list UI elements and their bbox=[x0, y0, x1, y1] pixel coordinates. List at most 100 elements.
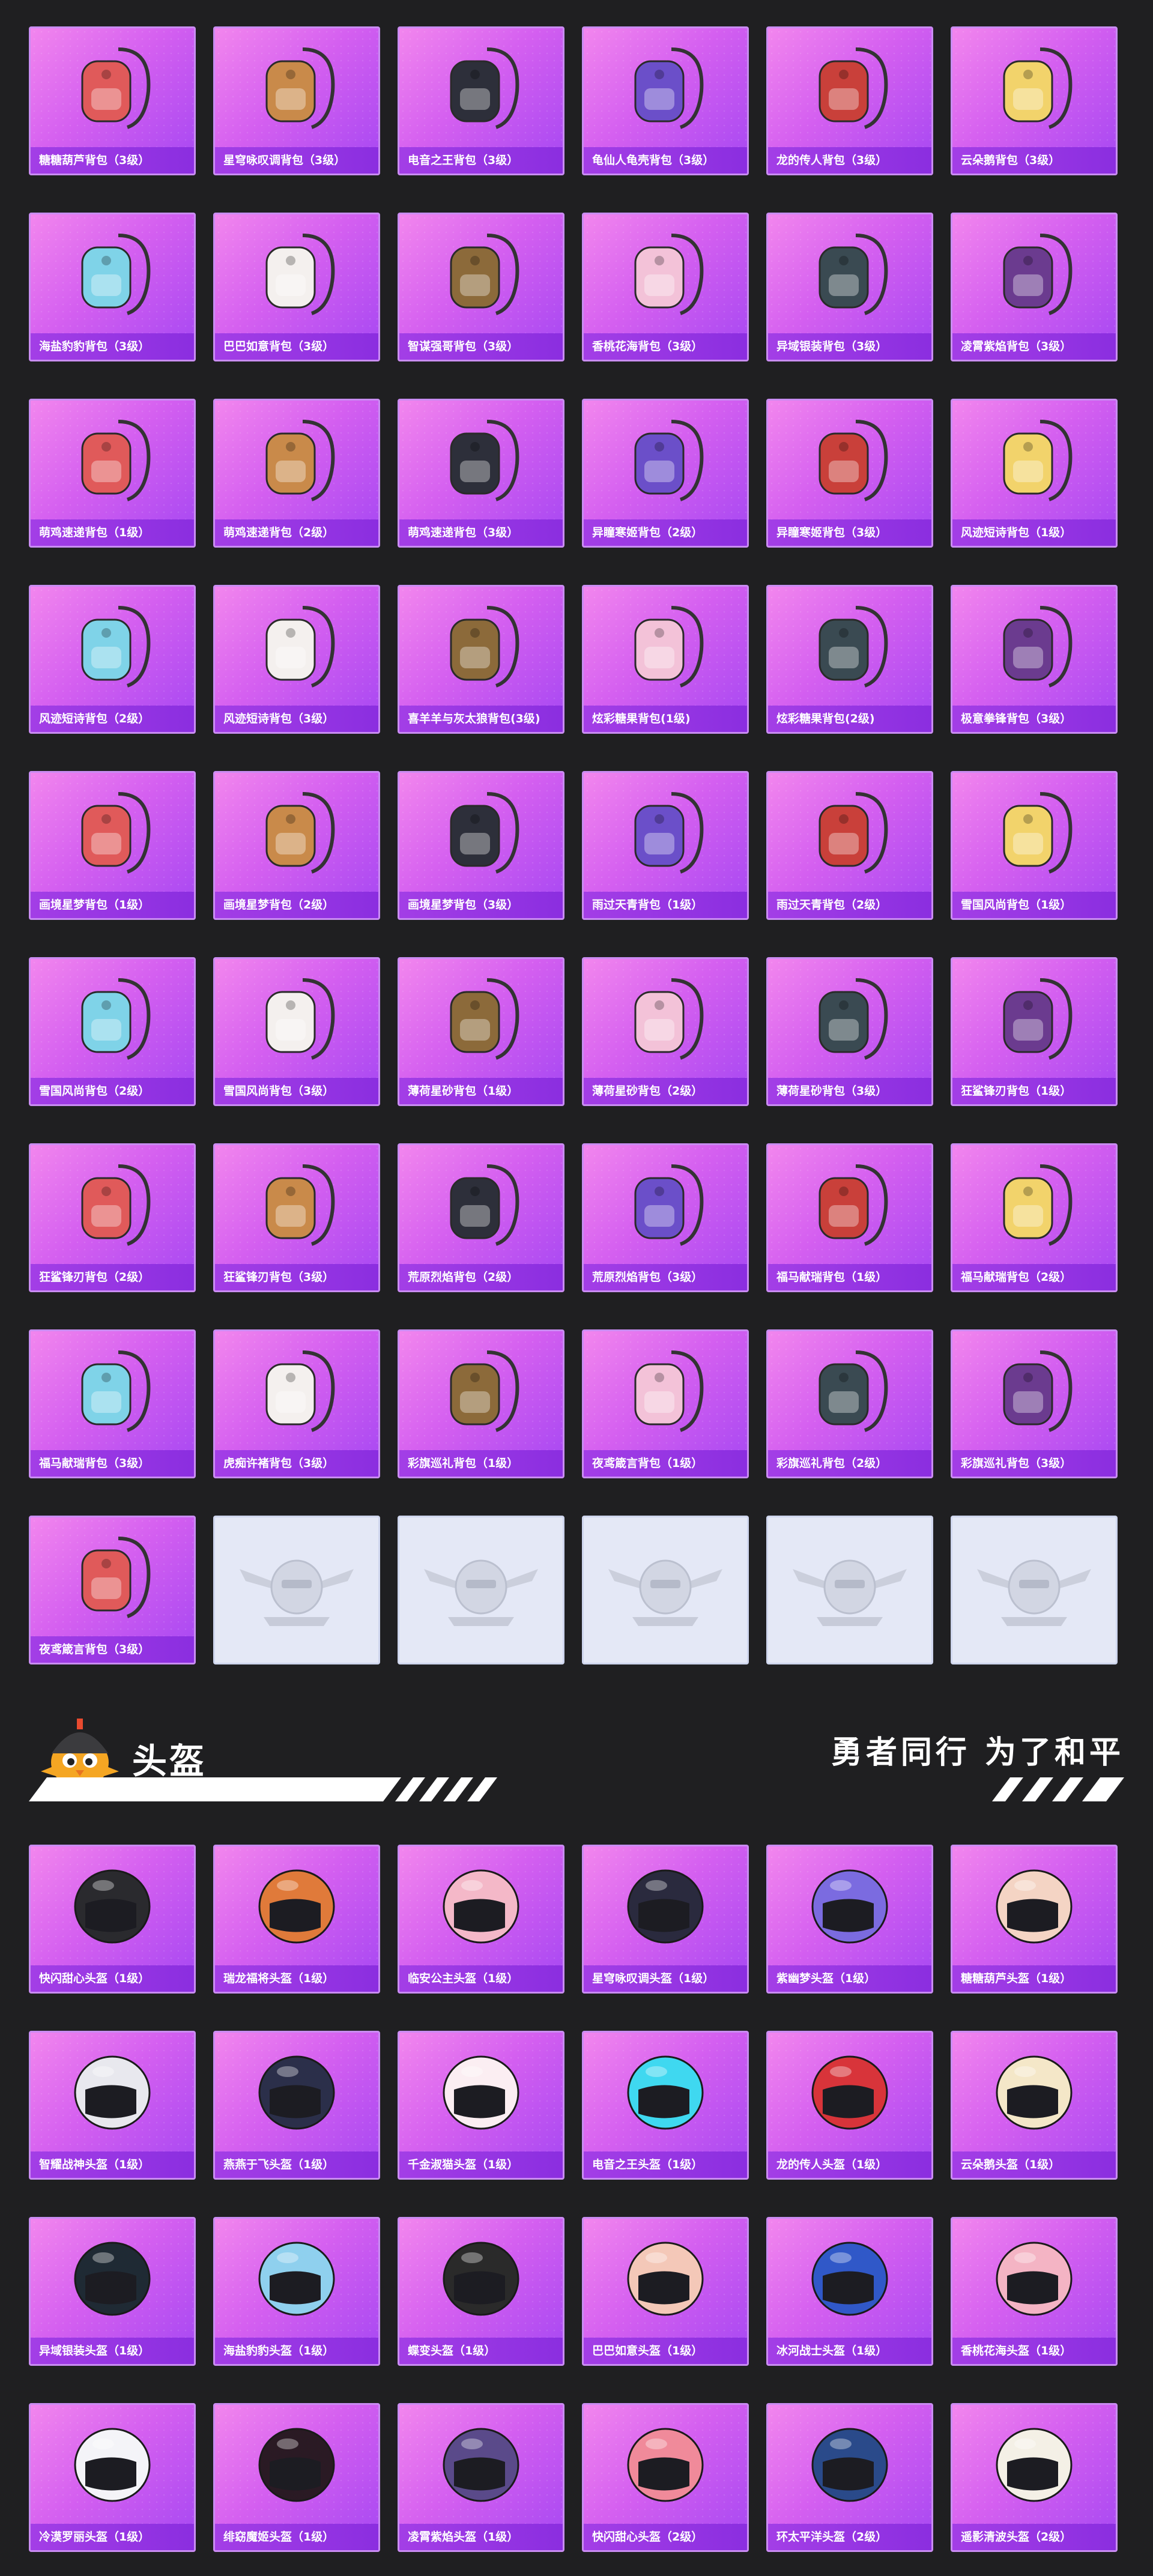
item-label: 雪国风尚背包（3级） bbox=[215, 1078, 378, 1104]
backpack-card[interactable]: 画境星梦背包（2级） bbox=[213, 771, 380, 920]
helmet-card[interactable]: 香桃花海头盔（1级） bbox=[951, 2217, 1118, 2366]
backpack-card[interactable]: 狂鲨锋刃背包（2级） bbox=[29, 1143, 196, 1292]
helmet-card[interactable]: 遥影清波头盔（2级） bbox=[951, 2403, 1118, 2552]
backpack-card[interactable]: 星穹咏叹调背包（3级） bbox=[213, 26, 380, 175]
item-label: 萌鸡速递背包（1级） bbox=[31, 519, 194, 546]
item-label: 智耀战神头盔（1级） bbox=[31, 2151, 194, 2178]
backpack-card[interactable]: 极意拳锋背包（3级） bbox=[951, 585, 1118, 734]
item-label: 雪国风尚背包（2级） bbox=[31, 1078, 194, 1104]
helmet-card[interactable]: 临安公主头盔（1级） bbox=[398, 1845, 564, 1994]
backpack-icon bbox=[81, 606, 151, 688]
backpack-card[interactable]: 海盐豹豹背包（3级） bbox=[29, 213, 196, 361]
helmet-card[interactable]: 电音之王头盔（1级） bbox=[582, 2031, 749, 2180]
backpack-card[interactable]: 风迹短诗背包（1级） bbox=[951, 399, 1118, 548]
backpack-card[interactable]: 喜羊羊与灰太狼背包(3级) bbox=[398, 585, 564, 734]
helmet-card[interactable]: 智耀战神头盔（1级） bbox=[29, 2031, 196, 2180]
helmet-card[interactable]: 云朵鹅头盔（1级） bbox=[951, 2031, 1118, 2180]
backpack-card[interactable]: 凌霄紫焰背包（3级） bbox=[951, 213, 1118, 361]
item-label: 荒原烈焰背包（3级） bbox=[584, 1264, 747, 1290]
backpack-card[interactable]: 雪国风尚背包（2级） bbox=[29, 957, 196, 1106]
helmet-card[interactable]: 环太平洋头盔（2级） bbox=[766, 2403, 933, 2552]
backpack-card[interactable]: 薄荷星砂背包（2级） bbox=[582, 957, 749, 1106]
item-label: 糖糖葫芦头盔（1级） bbox=[952, 1965, 1116, 1992]
item-label: 巴巴如意头盔（1级） bbox=[584, 2338, 747, 2364]
backpack-card[interactable]: 风迹短诗背包（2级） bbox=[29, 585, 196, 734]
backpack-card[interactable]: 电音之王背包（3级） bbox=[398, 26, 564, 175]
helmet-card[interactable]: 快闪甜心头盔（1级） bbox=[29, 1845, 196, 1994]
item-label: 画境星梦背包（3级） bbox=[399, 892, 563, 918]
backpack-card[interactable]: 狂鲨锋刃背包（3级） bbox=[213, 1143, 380, 1292]
helmet-card[interactable]: 异域银装头盔（1级） bbox=[29, 2217, 196, 2366]
item-label: 海盐豹豹背包（3级） bbox=[31, 333, 194, 360]
backpack-card[interactable]: 萌鸡速递背包（1级） bbox=[29, 399, 196, 548]
helmet-card[interactable]: 冰河战士头盔（1级） bbox=[766, 2217, 933, 2366]
backpack-card[interactable]: 香桃花海背包（3级） bbox=[582, 213, 749, 361]
helmet-card[interactable]: 紫幽梦头盔（1级） bbox=[766, 1845, 933, 1994]
backpack-card[interactable]: 雨过天青背包（2级） bbox=[766, 771, 933, 920]
backpack-icon bbox=[819, 1164, 888, 1246]
backpack-card[interactable]: 雪国风尚背包（1级） bbox=[951, 771, 1118, 920]
backpack-card[interactable]: 巴巴如意背包（3级） bbox=[213, 213, 380, 361]
helmet-card[interactable]: 糖糖葫芦头盔（1级） bbox=[951, 1845, 1118, 1994]
helmet-card[interactable]: 海盐豹豹头盔（1级） bbox=[213, 2217, 380, 2366]
backpack-card[interactable]: 荒原烈焰背包（2级） bbox=[398, 1143, 564, 1292]
backpack-card[interactable]: 炫彩糖果背包(1级) bbox=[582, 585, 749, 734]
backpack-icon bbox=[81, 47, 151, 129]
section-title: 头盔 bbox=[132, 1741, 207, 1782]
helmet-card[interactable]: 瑞龙福将头盔（1级） bbox=[213, 1845, 380, 1994]
backpack-card[interactable]: 炫彩糖果背包(2级) bbox=[766, 585, 933, 734]
helmet-card[interactable]: 龙的传人头盔（1级） bbox=[766, 2031, 933, 2180]
backpack-card[interactable]: 雨过天青背包（1级） bbox=[582, 771, 749, 920]
helmet-icon bbox=[443, 2055, 519, 2130]
backpack-card[interactable]: 夜鸢箴言背包（3级） bbox=[29, 1516, 196, 1664]
helmet-icon bbox=[627, 2428, 704, 2502]
backpack-card[interactable]: 夜鸢箴言背包（1级） bbox=[582, 1329, 749, 1478]
section-slogan: 勇者同行 为了和平 bbox=[831, 1735, 1124, 1771]
helmet-card[interactable]: 冷漠罗丽头盔（1级） bbox=[29, 2403, 196, 2552]
backpack-card[interactable]: 风迹短诗背包（3级） bbox=[213, 585, 380, 734]
item-label: 风迹短诗背包（2级） bbox=[31, 706, 194, 732]
helmet-card[interactable]: 千金淑猫头盔（1级） bbox=[398, 2031, 564, 2180]
backpack-icon bbox=[634, 792, 704, 874]
backpack-card[interactable]: 异域银装背包（3级） bbox=[766, 213, 933, 361]
helmet-card[interactable]: 凌霄紫焰头盔（1级） bbox=[398, 2403, 564, 2552]
backpack-card[interactable]: 薄荷星砂背包（1级） bbox=[398, 957, 564, 1106]
backpack-card[interactable]: 异瞳寒姬背包（3级） bbox=[766, 399, 933, 548]
backpack-card[interactable]: 龙的传人背包（3级） bbox=[766, 26, 933, 175]
backpack-card[interactable]: 龟仙人龟壳背包（3级） bbox=[582, 26, 749, 175]
backpack-icon bbox=[81, 1164, 151, 1246]
backpack-card[interactable]: 雪国风尚背包（3级） bbox=[213, 957, 380, 1106]
helmet-card[interactable]: 快闪甜心头盔（2级） bbox=[582, 2403, 749, 2552]
backpack-card[interactable]: 萌鸡速递背包（3级） bbox=[398, 399, 564, 548]
backpack-card[interactable]: 彩旗巡礼背包（3级） bbox=[951, 1329, 1118, 1478]
backpack-card[interactable]: 萌鸡速递背包（2级） bbox=[213, 399, 380, 548]
backpack-card[interactable]: 云朵鹅背包（3级） bbox=[951, 26, 1118, 175]
helmet-card[interactable]: 绯窈魔姬头盔（1级） bbox=[213, 2403, 380, 2552]
backpack-card[interactable]: 虎痴许褚背包（3级） bbox=[213, 1329, 380, 1478]
item-label: 紫幽梦头盔（1级） bbox=[768, 1965, 931, 1992]
backpack-card[interactable]: 彩旗巡礼背包（1级） bbox=[398, 1329, 564, 1478]
backpack-card[interactable]: 智谋强哥背包（3级） bbox=[398, 213, 564, 361]
backpack-card[interactable]: 福马献瑞背包（1级） bbox=[766, 1143, 933, 1292]
helmet-card[interactable]: 蝶变头盔（1级） bbox=[398, 2217, 564, 2366]
backpack-card[interactable]: 荒原烈焰背包（3级） bbox=[582, 1143, 749, 1292]
item-label: 彩旗巡礼背包（1级） bbox=[399, 1450, 563, 1477]
backpack-card[interactable]: 福马献瑞背包（2级） bbox=[951, 1143, 1118, 1292]
backpack-card[interactable]: 画境星梦背包（3级） bbox=[398, 771, 564, 920]
backpack-card[interactable]: 糖糖葫芦背包（3级） bbox=[29, 26, 196, 175]
backpack-card[interactable]: 彩旗巡礼背包（2级） bbox=[766, 1329, 933, 1478]
emblem-icon bbox=[240, 1559, 354, 1626]
helmet-card[interactable]: 巴巴如意头盔（1级） bbox=[582, 2217, 749, 2366]
backpack-card[interactable]: 福马献瑞背包（3级） bbox=[29, 1329, 196, 1478]
backpack-icon bbox=[450, 47, 519, 129]
helmet-card[interactable]: 燕燕于飞头盔（1级） bbox=[213, 2031, 380, 2180]
backpack-card[interactable]: 异瞳寒姬背包（2级） bbox=[582, 399, 749, 548]
backpack-icon bbox=[1003, 792, 1073, 874]
backpack-icon bbox=[265, 978, 335, 1060]
header-stripe-right bbox=[992, 1777, 1124, 1801]
backpack-card[interactable]: 画境星梦背包（1级） bbox=[29, 771, 196, 920]
helmet-card[interactable]: 星穹咏叹调头盔（1级） bbox=[582, 1845, 749, 1994]
backpack-card[interactable]: 薄荷星砂背包（3级） bbox=[766, 957, 933, 1106]
placeholder-card bbox=[398, 1516, 564, 1664]
backpack-card[interactable]: 狂鲨锋刃背包（1级） bbox=[951, 957, 1118, 1106]
